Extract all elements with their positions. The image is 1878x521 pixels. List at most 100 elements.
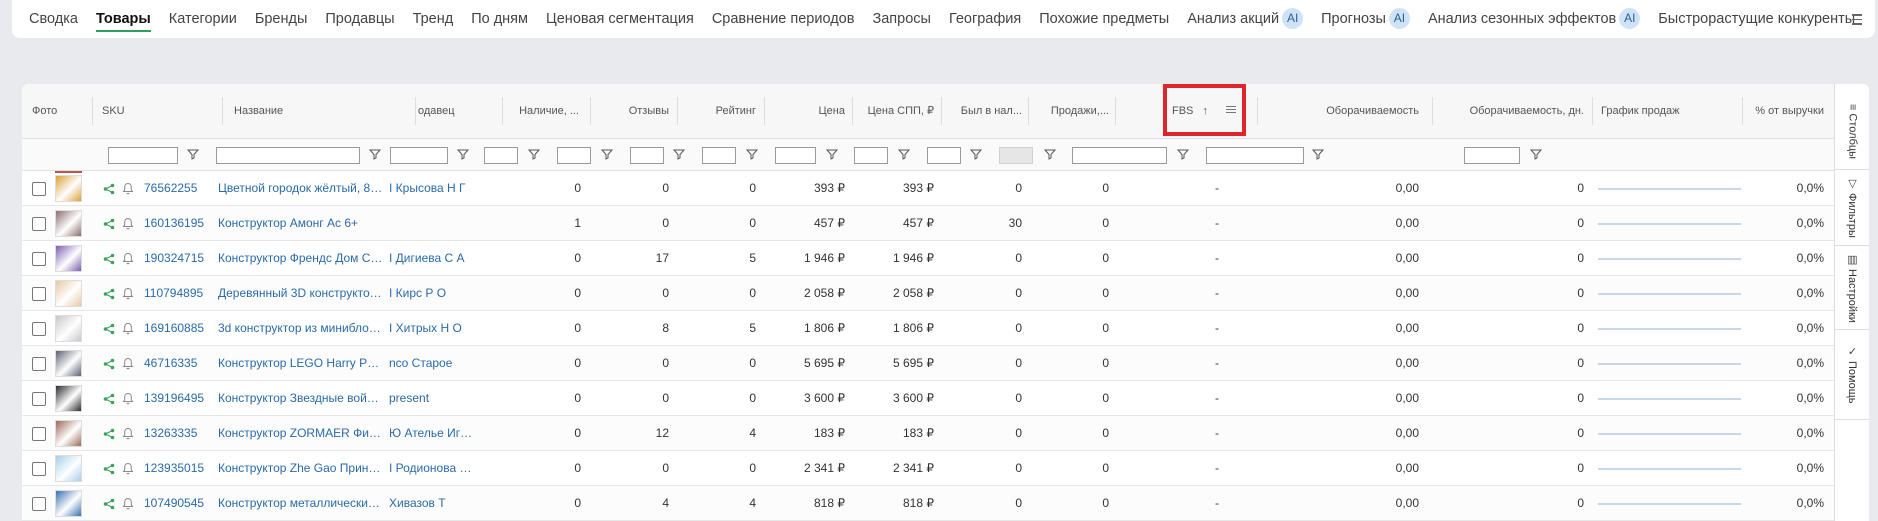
cell-name[interactable]: Конструктор Френдс Дом Стефани <box>211 241 391 276</box>
filter-input[interactable] <box>108 147 178 164</box>
share-icon[interactable] <box>103 253 115 265</box>
table-row[interactable]: 139196495Конструктор Звездные войны Со..… <box>22 381 1834 416</box>
bell-icon[interactable] <box>122 427 134 440</box>
bell-icon[interactable] <box>122 182 134 195</box>
filter-icon[interactable] <box>1311 148 1325 160</box>
cell-seller[interactable]: Хивазов Т <box>382 486 482 521</box>
bell-icon[interactable] <box>122 217 134 230</box>
col-header-revenue-pct[interactable]: % от выручки <box>1744 84 1831 139</box>
table-row[interactable]: 107490545Конструктор металлический для .… <box>22 486 1834 521</box>
filter-input[interactable] <box>484 147 518 164</box>
table-row[interactable]: 123935015Конструктор Zhe Gao Принцессы .… <box>22 451 1834 486</box>
table-row[interactable]: 110794895Деревянный 3D конструктор верт.… <box>22 276 1834 311</box>
filter-input[interactable] <box>1206 147 1304 164</box>
nav-tab[interactable]: Быстрорастущие конкуренты <box>1658 0 1855 38</box>
nav-tab[interactable]: Товары <box>95 0 151 38</box>
filter-icon[interactable] <box>897 148 911 160</box>
share-icon[interactable] <box>103 393 115 405</box>
col-header-turnover-days[interactable]: Оборачиваемость, дн. <box>1436 84 1591 139</box>
share-icon[interactable] <box>103 183 115 195</box>
row-checkbox[interactable] <box>32 497 46 511</box>
row-checkbox[interactable] <box>32 427 46 441</box>
col-header-photo[interactable]: Фото <box>25 84 80 139</box>
side-tab[interactable]: ≡ Столбцы <box>1835 94 1869 170</box>
cell-name[interactable]: Конструктор Zhe Gao Принцессы ... <box>211 451 391 486</box>
product-thumbnail[interactable] <box>55 245 82 272</box>
bell-icon[interactable] <box>122 497 134 510</box>
cell-seller[interactable]: present <box>382 381 482 416</box>
cell-name[interactable]: Конструктор Амонг Ас 6+ <box>211 206 391 241</box>
col-header-was-in-stock[interactable]: Был в нал... <box>944 84 1029 139</box>
col-header-rating[interactable]: Рейтинг <box>682 84 763 139</box>
nav-tab[interactable]: По дням <box>471 0 528 38</box>
cell-name[interactable]: Конструктор Звездные войны Со... <box>211 381 391 416</box>
product-thumbnail[interactable] <box>55 280 82 307</box>
product-thumbnail[interactable] <box>55 350 82 377</box>
nav-tab[interactable]: Анализ акций AI <box>1187 0 1304 38</box>
cell-seller[interactable] <box>382 206 482 241</box>
filter-icon[interactable] <box>672 148 686 160</box>
row-checkbox[interactable] <box>32 182 46 196</box>
filter-input[interactable] <box>927 147 961 164</box>
filter-icon[interactable] <box>186 148 200 160</box>
table-row[interactable]: 160136195 Конструктор Амонг Ас 6+ 1 0 0 457 ₽… <box>22 206 1834 241</box>
cell-seller[interactable]: I Хитрых Н О <box>382 311 482 346</box>
bell-icon[interactable] <box>122 462 134 475</box>
bell-icon[interactable] <box>122 392 134 405</box>
filter-icon[interactable] <box>969 148 983 160</box>
filter-icon[interactable] <box>1176 148 1190 160</box>
filter-input[interactable] <box>854 147 888 164</box>
product-thumbnail[interactable] <box>55 490 82 517</box>
filter-icon[interactable] <box>825 148 839 160</box>
share-icon[interactable] <box>103 463 115 475</box>
filter-input[interactable] <box>216 147 360 164</box>
cell-seller[interactable]: nco Старое <box>382 346 482 381</box>
col-header-seller[interactable]: одавец <box>411 84 501 139</box>
filter-input[interactable] <box>1072 147 1167 164</box>
cell-seller[interactable]: I Дигиева С А <box>382 241 482 276</box>
nav-tab[interactable]: Продавцы <box>325 0 394 38</box>
col-header-price-spp[interactable]: Цена СПП, ₽ <box>856 84 941 139</box>
nav-tab[interactable]: Анализ сезонных эффектов AI <box>1428 0 1641 38</box>
filter-input[interactable] <box>775 147 816 164</box>
col-header-name[interactable]: Название <box>227 84 407 139</box>
filter-input[interactable] <box>557 147 591 164</box>
cell-seller[interactable]: Ю Ателье Игру... <box>382 416 482 451</box>
row-checkbox[interactable] <box>32 287 46 301</box>
row-checkbox[interactable] <box>32 322 46 336</box>
row-checkbox[interactable] <box>32 217 46 231</box>
cell-seller[interactable]: I Кирс Р О <box>382 276 482 311</box>
col-header-reviews[interactable]: Отзывы <box>594 84 676 139</box>
bell-icon[interactable] <box>122 252 134 265</box>
filter-input[interactable] <box>390 147 448 164</box>
filter-icon[interactable] <box>527 148 541 160</box>
share-icon[interactable] <box>103 288 115 300</box>
nav-tab[interactable]: Категории <box>169 0 237 38</box>
filter-icon[interactable] <box>745 148 759 160</box>
cell-name[interactable]: Конструктор ZORMAER Фигурки ... <box>211 416 391 451</box>
cell-seller[interactable]: I Родионова О И <box>382 451 482 486</box>
side-tab[interactable]: ▽ Фильтры <box>1835 170 1869 246</box>
table-row[interactable]: 13263335Конструктор ZORMAER Фигурки ...Ю… <box>22 416 1834 451</box>
menu-icon[interactable] <box>1847 9 1867 29</box>
col-header-stock[interactable]: Наличие, ... <box>506 84 586 139</box>
nav-tab[interactable]: Ценовая сегментация <box>546 0 694 38</box>
nav-tab[interactable]: Прогнозы AI <box>1321 0 1410 38</box>
filter-icon[interactable] <box>368 148 382 160</box>
cell-seller[interactable]: I Крысова Н Г <box>382 171 482 206</box>
table-row[interactable]: 46716335Конструктор LEGO Harry Potter Гр… <box>22 346 1834 381</box>
cell-name[interactable]: Деревянный 3D конструктор верт... <box>211 276 391 311</box>
product-thumbnail[interactable] <box>55 455 82 482</box>
table-row[interactable]: 169160885 3d конструктор из миниблоков Т.… <box>22 311 1834 346</box>
col-header-turnover[interactable]: Оборачиваемость <box>1261 84 1426 139</box>
col-header-price[interactable]: Цена <box>768 84 852 139</box>
filter-input[interactable] <box>1464 147 1520 164</box>
share-icon[interactable] <box>103 358 115 370</box>
share-icon[interactable] <box>103 323 115 335</box>
product-thumbnail[interactable] <box>55 385 82 412</box>
bell-icon[interactable] <box>122 287 134 300</box>
side-tab[interactable]: ✓ Помощь <box>1835 330 1869 420</box>
row-checkbox[interactable] <box>32 357 46 371</box>
nav-tab[interactable]: Сводка <box>29 0 78 38</box>
nav-tab[interactable]: Сравнение периодов <box>712 0 855 38</box>
